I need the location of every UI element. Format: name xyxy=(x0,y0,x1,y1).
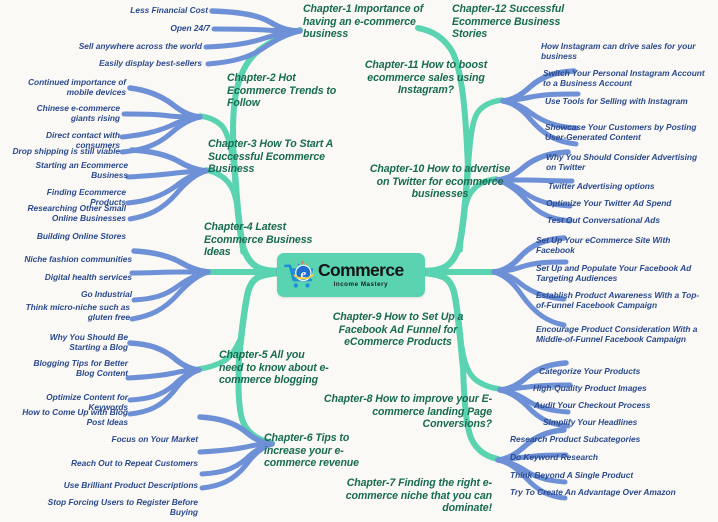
branch-title-ch7[interactable]: Chapter-7 Finding the right e-commerce n… xyxy=(330,477,492,515)
leaf-ch6-3[interactable]: Use Brilliant Product Descriptions xyxy=(30,480,198,490)
leaf-ch8-1[interactable]: Categorize Your Products xyxy=(539,366,703,376)
leaf-ch2-2[interactable]: Chinese e-commerce giants rising xyxy=(12,103,120,124)
leaf-ch1-3[interactable]: Sell anywhere across the world xyxy=(40,41,202,51)
leaf-ch8-2[interactable]: High-Quality Product Images xyxy=(533,383,705,393)
leaf-ch3-4[interactable]: Building Online Stores xyxy=(20,231,126,241)
leaf-ch4-2[interactable]: Digital health services xyxy=(26,272,132,282)
branch-title-ch5[interactable]: Chapter-5 All you need to know about e-c… xyxy=(219,349,329,387)
branch-title-ch9[interactable]: Chapter-9 How to Set Up a Facebook Ad Fu… xyxy=(308,311,488,349)
branch-title-ch11[interactable]: Chapter-11 How to boost ecommerce sales … xyxy=(352,59,500,97)
leaf-ch8-4[interactable]: Simplify Your Headlines xyxy=(543,417,703,427)
brand-tagline: Income Mastery xyxy=(333,280,389,288)
leaf-ch5-1[interactable]: Why You Should Be Starting a Blog xyxy=(18,332,128,353)
center-node-ecommerce-income-mastery[interactable]: e Commerce Income Mastery xyxy=(277,253,425,297)
leaf-ch5-2[interactable]: Blogging Tips for Better Blog Content xyxy=(16,358,129,379)
leaf-ch8-3[interactable]: Audit Your Checkout Process xyxy=(534,400,704,410)
leaf-ch11-2[interactable]: Switch Your Personal Instagram Account t… xyxy=(543,68,711,89)
branch-title-ch6[interactable]: Chapter-6 Tips to increase your e-commer… xyxy=(264,432,376,470)
branch-title-ch3[interactable]: Chapter-3 How To Start A Successful Ecom… xyxy=(208,138,360,176)
leaf-ch1-2[interactable]: Open 24/7 xyxy=(60,23,210,33)
leaf-ch11-3[interactable]: Use Tools for Selling with Instagram xyxy=(545,96,709,106)
leaf-ch2-4[interactable]: Drop shipping is still viable xyxy=(10,146,121,156)
branch-title-ch10[interactable]: Chapter-10 How to advertise on Twitter f… xyxy=(368,163,512,201)
brand-name: Commerce xyxy=(318,260,404,281)
leaf-ch4-4[interactable]: Think micro-niche such as gluten free xyxy=(18,302,130,323)
branch-title-ch2[interactable]: Chapter-2 Hot Ecommerce Trends to Follow xyxy=(227,72,345,110)
leaf-ch9-2[interactable]: Set Up and Populate Your Facebook Ad Tar… xyxy=(536,263,712,284)
leaf-ch9-3[interactable]: Establish Product Awareness With a Top-o… xyxy=(536,290,708,311)
leaf-ch11-4[interactable]: Showcase Your Customers by Posting User-… xyxy=(545,122,715,143)
leaf-ch10-3[interactable]: Optimize Your Twitter Ad Spend xyxy=(546,198,712,208)
leaf-ch7-2[interactable]: Do Keyword Research xyxy=(510,452,700,462)
leaf-ch3-3[interactable]: Researching Other Small Online Businesse… xyxy=(20,203,127,224)
mindmap-canvas: e Commerce Income Mastery Chapter-1 Impo… xyxy=(0,0,718,522)
leaf-ch9-1[interactable]: Set Up Your eCommerce Site With Facebook xyxy=(536,235,692,256)
leaf-ch10-1[interactable]: Why You Should Consider Advertising on T… xyxy=(546,152,706,173)
leaf-ch6-2[interactable]: Reach Out to Repeat Customers xyxy=(30,458,198,468)
leaf-ch4-1[interactable]: Niche fashion communities xyxy=(16,254,132,264)
leaf-ch7-3[interactable]: Think Beyond A Single Product xyxy=(510,470,700,480)
leaf-ch5-4[interactable]: How to Come Up with Blog Post Ideas xyxy=(22,407,128,428)
branch-title-ch12[interactable]: Chapter-12 Successful Ecommerce Business… xyxy=(452,3,592,41)
branch-title-ch1[interactable]: Chapter-1 Importance of having an e-comm… xyxy=(303,3,433,41)
leaf-ch3-1[interactable]: Starting an Ecommerce Business xyxy=(24,160,128,181)
leaf-ch10-4[interactable]: Test Out Conversational Ads xyxy=(547,215,711,225)
shopping-cart-with-e-icon: e xyxy=(283,260,317,290)
branch-title-ch4[interactable]: Chapter-4 Latest Ecommerce Business Idea… xyxy=(204,221,329,259)
leaf-ch1-4[interactable]: Easily display best-sellers xyxy=(40,58,202,68)
branch-title-ch8[interactable]: Chapter-8 How to improve your E-commerce… xyxy=(322,393,492,431)
leaf-ch6-1[interactable]: Focus on Your Market xyxy=(62,434,199,444)
leaf-ch7-4[interactable]: Try To Create An Advantage Over Amazon xyxy=(510,487,696,497)
leaf-ch2-1[interactable]: Continued importance of mobile devices xyxy=(18,77,126,98)
leaf-ch11-1[interactable]: How Instagram can drive sales for your b… xyxy=(541,41,713,62)
leaf-ch4-3[interactable]: Go Industrial xyxy=(36,289,132,299)
leaf-ch6-4[interactable]: Stop Forcing Users to Register Before Bu… xyxy=(40,497,198,518)
leaf-ch7-1[interactable]: Research Product Subcategories xyxy=(510,434,700,444)
leaf-ch9-4[interactable]: Encourage Product Consideration With a M… xyxy=(536,324,708,345)
leaf-ch1-1[interactable]: Less Financial Cost xyxy=(60,5,208,15)
leaf-ch10-2[interactable]: Twitter Advertising options xyxy=(548,181,708,191)
